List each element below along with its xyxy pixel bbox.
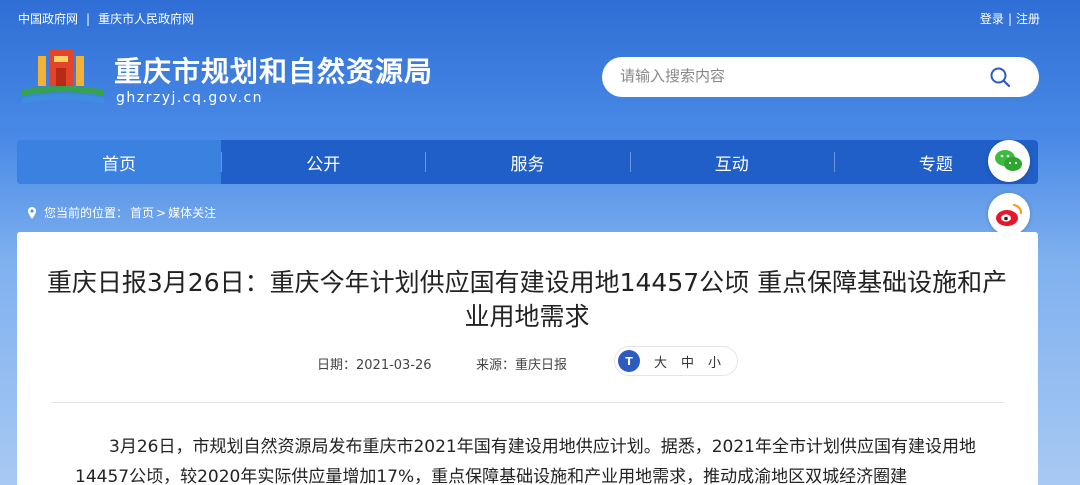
top-links: 中国政府网 | 重庆市人民政府网 <box>18 10 194 27</box>
meta-divider <box>51 402 1004 403</box>
tiananmen-emblem-icon[interactable] <box>18 42 108 110</box>
article-title: 重庆日报3月26日：重庆今年计划供应国有建设用地14457公顷 重点保障基础设施… <box>46 268 1008 331</box>
auth-separator: | <box>1007 12 1012 26</box>
main-nav: 首页 公开 服务 互动 专题 <box>17 140 1038 184</box>
weibo-icon[interactable] <box>988 193 1030 235</box>
font-size-medium[interactable]: 中 <box>681 352 694 371</box>
auth-links: 登录 | 注册 <box>980 10 1040 27</box>
breadcrumb-separator: > <box>156 205 167 220</box>
article-card: 重庆日报3月26日：重庆今年计划供应国有建设用地14457公顷 重点保障基础设施… <box>17 232 1038 485</box>
register-link[interactable]: 注册 <box>1016 12 1040 26</box>
article-source: 来源：重庆日报 <box>476 358 568 373</box>
nav-item-service[interactable]: 服务 <box>425 140 629 184</box>
search-icon[interactable] <box>989 66 1011 88</box>
breadcrumb-prefix: 您当前的位置： <box>44 206 129 220</box>
breadcrumb-home[interactable]: 首页 <box>130 204 154 221</box>
location-pin-icon <box>28 206 36 219</box>
site-domain: ghzrzyj.cq.gov.cn <box>116 90 264 106</box>
top-links-separator: | <box>86 12 91 26</box>
city-gov-link[interactable]: 重庆市人民政府网 <box>98 12 194 26</box>
site-title: 重庆市规划和自然资源局 <box>114 55 434 88</box>
nav-item-public[interactable]: 公开 <box>221 140 425 184</box>
font-size-large[interactable]: 大 <box>654 352 667 371</box>
font-size-icon: T <box>618 350 640 372</box>
nav-item-interact[interactable]: 互动 <box>629 140 834 184</box>
article-body: 3月26日，市规划自然资源局发布重庆市2021年国有建设用地供应计划。据悉，20… <box>75 437 976 485</box>
search-input[interactable] <box>620 67 980 85</box>
font-size-small[interactable]: 小 <box>708 352 721 371</box>
search-box <box>602 57 1039 97</box>
login-link[interactable]: 登录 <box>980 12 1004 26</box>
breadcrumb-current[interactable]: 媒体关注 <box>168 204 216 221</box>
article-date: 日期：2021-03-26 <box>317 358 432 373</box>
nav-item-home[interactable]: 首页 <box>17 140 222 184</box>
font-size-switcher: T 大 中 小 <box>614 346 738 376</box>
gov-link[interactable]: 中国政府网 <box>18 12 78 26</box>
breadcrumb: 您当前的位置： 首页 > 媒体关注 <box>26 204 216 221</box>
wechat-icon[interactable] <box>988 140 1030 182</box>
